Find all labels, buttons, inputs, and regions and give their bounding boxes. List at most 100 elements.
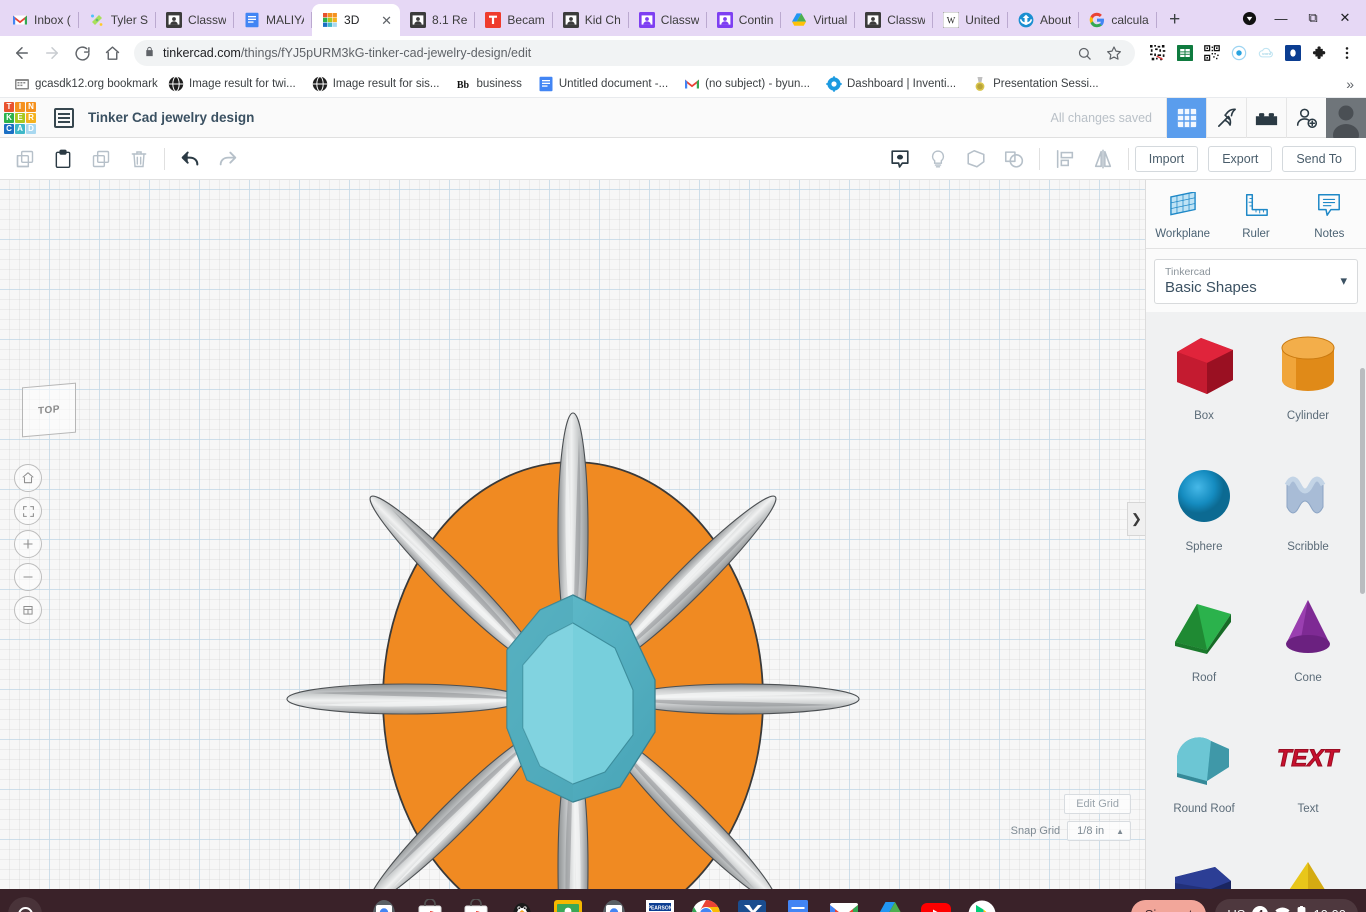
chrome-bag-app-2[interactable] [459, 897, 493, 912]
shape-library-selector[interactable]: Tinkercad Basic Shapes ▾ [1154, 259, 1358, 304]
redo-button[interactable] [209, 140, 247, 178]
delete-button[interactable] [120, 140, 158, 178]
camera-app[interactable] [367, 897, 401, 912]
zoom-in-icon[interactable] [14, 530, 42, 558]
bookmark-item[interactable]: Image result for sis... [306, 73, 446, 95]
ungroup-button[interactable] [995, 140, 1033, 178]
browser-tab[interactable]: Classw [156, 4, 234, 36]
browser-tab[interactable]: Contin [707, 4, 782, 36]
x-app[interactable] [735, 897, 769, 912]
zoom-out-icon[interactable] [14, 563, 42, 591]
window-maximize-button[interactable]: ⧉ [1298, 3, 1328, 33]
fit-view-icon[interactable] [14, 497, 42, 525]
edit-grid-button[interactable]: Edit Grid [1064, 794, 1131, 814]
shape-item-cylinder[interactable]: Cylinder [1256, 326, 1360, 449]
undo-button[interactable] [171, 140, 209, 178]
sign-out-button[interactable]: Sign out [1131, 900, 1207, 912]
pickaxe-icon[interactable] [1206, 98, 1246, 138]
browser-tab[interactable]: Tyler S [79, 4, 156, 36]
bookmark-item[interactable]: Untitled document -... [532, 73, 674, 95]
light-bulb-button[interactable] [919, 140, 957, 178]
puzzle-extensions-icon[interactable] [1309, 42, 1331, 64]
forward-icon[interactable] [38, 39, 66, 67]
shape-item-roof[interactable]: Roof [1152, 588, 1256, 711]
search-icon[interactable] [1073, 42, 1095, 64]
browser-tab[interactable]: About [1008, 4, 1079, 36]
new-tab-button[interactable]: + [1161, 6, 1189, 34]
home-icon[interactable] [98, 39, 126, 67]
window-close-button[interactable]: ✕ [1330, 3, 1360, 33]
shape-item-sphere[interactable]: Sphere [1152, 457, 1256, 580]
word-cloud-icon[interactable]: word [1255, 42, 1277, 64]
profile-pin-icon[interactable] [1234, 3, 1264, 33]
bookmarks-overflow-icon[interactable]: » [1346, 76, 1358, 92]
paste-button[interactable] [44, 140, 82, 178]
chrome-app[interactable] [689, 897, 723, 912]
browser-tab[interactable]: calcula [1079, 4, 1156, 36]
sheets-extension-icon[interactable] [1174, 42, 1196, 64]
evernote-extension-icon[interactable] [1282, 42, 1304, 64]
workplane-tool[interactable]: Workplane [1146, 192, 1219, 240]
qr-scribble-icon[interactable] [1147, 42, 1169, 64]
system-tray[interactable]: US 4 10:00 [1215, 899, 1358, 912]
tinkercad-logo-icon[interactable]: TINKERCAD [2, 100, 38, 136]
browser-tab[interactable]: Kid Ch [553, 4, 629, 36]
add-user-icon[interactable] [1286, 98, 1326, 138]
address-bar[interactable]: tinkercad.com/things/fYJ5pURM3kG-tinker-… [134, 40, 1135, 66]
export-button[interactable]: Export [1208, 146, 1272, 172]
shape-item-pyramid[interactable]: Pyramid [1256, 850, 1360, 889]
shape-item-text[interactable]: TEXTText [1256, 719, 1360, 842]
docs-app[interactable] [781, 897, 815, 912]
tab-close-icon[interactable]: ✕ [381, 14, 392, 27]
notes-tool[interactable]: Notes [1293, 192, 1366, 240]
bookmark-item[interactable]: Bbbusiness [449, 73, 527, 95]
qr-code-icon[interactable] [1201, 42, 1223, 64]
align-button[interactable] [1046, 140, 1084, 178]
project-list-icon[interactable] [54, 108, 74, 128]
browser-tab[interactable]: Becam [475, 4, 552, 36]
bookmark-item[interactable]: Presentation Sessi... [966, 73, 1104, 95]
browser-tab[interactable]: WUnited [933, 4, 1008, 36]
solid-hole-button[interactable] [881, 140, 919, 178]
duplicate-button[interactable] [82, 140, 120, 178]
snap-grid-select[interactable]: 1/8 in ▲ [1067, 821, 1131, 841]
bookmark-item[interactable]: Image result for twi... [162, 73, 302, 95]
send-to-button[interactable]: Send To [1282, 146, 1356, 172]
avatar[interactable] [1326, 98, 1366, 138]
view-cube[interactable]: TOP [22, 383, 76, 438]
shape-grid[interactable]: BoxCylinderSphereScribbleRoofConeRound R… [1146, 312, 1366, 889]
browser-tab[interactable]: 8.1 Re [400, 4, 475, 36]
shape-item-cone[interactable]: Cone [1256, 588, 1360, 711]
shape-item-scribble[interactable]: Scribble [1256, 457, 1360, 580]
browser-tab[interactable]: Inbox ( [2, 4, 79, 36]
record-circle-icon[interactable] [1228, 42, 1250, 64]
youtube-app[interactable] [919, 897, 953, 912]
home-view-icon[interactable] [14, 464, 42, 492]
shape-item-round-roof[interactable]: Round Roof [1152, 719, 1256, 842]
browser-tab[interactable]: Virtual [781, 4, 855, 36]
import-button[interactable]: Import [1135, 146, 1198, 172]
penguin-app[interactable] [505, 897, 539, 912]
bookmark-item[interactable]: gcasdk12.org bookmarks [8, 73, 158, 95]
ruler-tool[interactable]: Ruler [1219, 192, 1292, 240]
blocks-icon[interactable] [1246, 98, 1286, 138]
grid-icon[interactable] [1166, 98, 1206, 138]
reload-icon[interactable] [68, 39, 96, 67]
browser-tab-active[interactable]: 3D✕ [312, 4, 400, 36]
jewelry-model[interactable] [0, 180, 1145, 889]
chrome-bag-app[interactable] [413, 897, 447, 912]
group-button[interactable] [957, 140, 995, 178]
browser-tab[interactable]: Classw [855, 4, 933, 36]
3d-canvas[interactable]: TOP Edit Grid Snap Grid [0, 180, 1145, 889]
bookmark-item[interactable]: (no subject) - byun... [678, 73, 816, 95]
launcher-button[interactable] [8, 897, 42, 912]
browser-tab[interactable]: Classw [629, 4, 707, 36]
panel-collapse-toggle[interactable]: ❯ [1127, 502, 1145, 536]
back-icon[interactable] [8, 39, 36, 67]
classroom-app[interactable] [551, 897, 585, 912]
bookmark-star-icon[interactable] [1103, 42, 1125, 64]
copy-button[interactable] [6, 140, 44, 178]
play-store-app[interactable] [965, 897, 999, 912]
gmail-app[interactable] [827, 897, 861, 912]
mirror-button[interactable] [1084, 140, 1122, 178]
